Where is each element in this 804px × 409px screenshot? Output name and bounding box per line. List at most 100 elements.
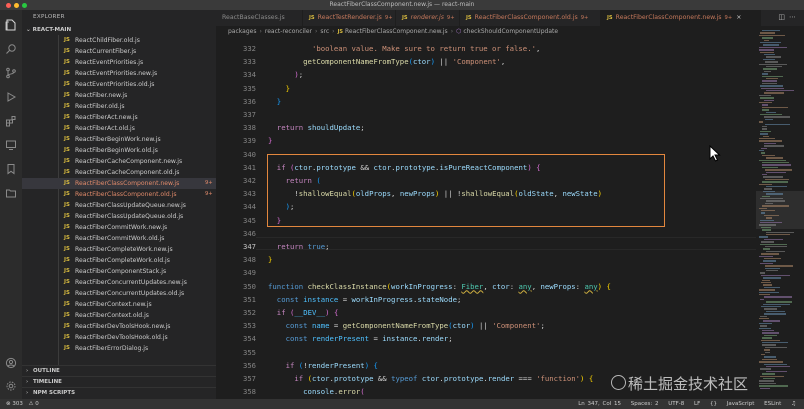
end-of-line[interactable]: LF [694,401,700,407]
extensions-icon[interactable] [5,112,17,127]
file-tree-item[interactable]: JS ReactCurrentFiber.js [22,46,216,57]
eslint-status[interactable]: ESLint [764,401,781,407]
minimap-line [762,154,775,157]
line-number: 332 [243,44,256,53]
timeline-section[interactable]: TIMELINE [22,376,216,388]
minimap-line [761,306,781,308]
run-debug-icon[interactable] [5,88,17,102]
bookmarks-icon[interactable] [5,160,17,175]
minimap-line [760,387,770,389]
file-tree-item[interactable]: JS ReactFiberBeginWork.old.js [22,145,216,156]
js-file-icon: JS [64,59,70,65]
line-number: 345 [243,215,256,225]
breadcrumb-item[interactable]: src [320,28,329,35]
more-actions-icon[interactable]: ⋯ [789,13,800,21]
file-tree-item[interactable]: JS ReactFiberComponentStack.js [22,266,216,277]
close-tab-icon[interactable]: × [736,14,741,21]
minimap-line [763,303,790,305]
file-tree-item[interactable]: JS ReactFiberCompleteWork.old.js [22,255,216,266]
tab-renderer[interactable]: JS renderer.js 9+ [396,10,460,26]
problems-indicator[interactable]: ⊗ 303 ⚠ 0 [6,399,39,409]
file-tree-item[interactable]: JS ReactFiberCompleteWork.new.js [22,244,216,255]
file-tree-item[interactable]: JS ReactFiberClassUpdateQueue.new.js [22,200,216,211]
file-tree-item[interactable]: JS ReactFiberConcurrentUpdates.old.js [22,288,216,299]
file-tree-item[interactable]: JS ReactFiberDevToolsHook.old.js [22,332,216,343]
file-tree-item[interactable]: JS ReactChildFiber.old.js [22,35,216,46]
file-tree-item[interactable]: JS ReactFiberCacheComponent.new.js [22,156,216,167]
minimap-line [763,176,783,178]
notifications-bell-icon[interactable]: ♫ [791,401,796,407]
file-tree-item[interactable]: JS ReactEventPriorities.new.js [22,68,216,79]
file-tree-item[interactable]: JS ReactFiber.old.js [22,101,216,112]
file-tree-item[interactable]: JS ReactFiberClassUpdateQueue.old.js [22,211,216,222]
js-file-icon: JS [64,268,70,274]
file-tree-item[interactable]: JS ReactFiberClassComponent.old.js 9+ [22,189,216,200]
code-line: if (!renderPresent) { [285,360,378,370]
minimap-line [766,111,776,113]
function-icon: ⬡ [456,28,462,35]
minimap-line [764,116,790,118]
file-tree-item[interactable]: JS ReactFiberConcurrentUpdates.new.js [22,277,216,288]
file-tree-item[interactable]: JS ReactEventPriorities.js [22,57,216,68]
file-tree-item[interactable]: JS ReactFiberCommitWork.new.js [22,222,216,233]
outline-section[interactable]: OUTLINE [22,365,216,377]
tab-class-component-old[interactable]: JS ReactFiberClassComponent.old.js 9+ [460,10,601,26]
minimap-line [766,301,792,303]
file-tree-item[interactable]: JS ReactFiberContext.new.js [22,299,216,310]
js-file-icon: JS [64,169,70,175]
tab-react-test-renderer[interactable]: JS ReactTestRenderer.js 9+ [303,10,396,26]
line-number: 342 [243,176,256,185]
minimap-line [766,310,785,313]
minimap-line [761,339,780,341]
file-tree-item[interactable]: JS ReactFiberCacheComponent.old.js [22,167,216,178]
code-editor[interactable]: 332 333 334 335 336 337 338 339 340 341 342 343 344 3… [216,38,756,399]
breadcrumb-item[interactable]: ReactFiberClassComponent.new.js [345,28,448,35]
breadcrumb-item[interactable]: react-reconciler [265,28,312,35]
file-tree-item[interactable]: JS ReactEventPriorities.old.js [22,79,216,90]
minimap-line [762,330,774,332]
search-icon[interactable] [5,40,17,54]
status-bar: ⊗ 303 ⚠ 0 Ln 347, Col 15 Spaces: 2 UTF-8… [0,399,804,409]
file-tree-item[interactable]: JS ReactFiberContext.old.js [22,310,216,321]
tab-class-component-new[interactable]: JS ReactFiberClassComponent.new.js 9+ × [601,10,761,26]
workspace-folder-header[interactable]: ⌄ REACT-MAIN [22,25,216,35]
tab-react-base-classes[interactable]: ReactBaseClasses.js [216,10,303,26]
braces-icon[interactable]: {} [710,401,717,407]
file-tree-item[interactable]: JS ReactFiberAct.old.js [22,123,216,134]
error-count: 303 [12,401,23,407]
minimap-line [762,109,769,111]
project-manager-icon[interactable] [5,184,17,198]
cursor-position[interactable]: Ln 347, Col 15 [578,401,621,407]
file-tree-item[interactable]: JS ReactFiberClassComponent.new.js 9+ [22,178,216,189]
account-icon[interactable] [5,354,17,369]
source-control-icon[interactable] [5,64,17,79]
npm-scripts-section[interactable]: NPM SCRIPTS [22,387,216,399]
file-tree-item[interactable]: JS ReactFiberAct.new.js [22,112,216,123]
minimap-line [762,337,772,339]
explorer-icon[interactable] [5,16,17,31]
file-name: ReactFiberClassUpdateQueue.old.js [75,213,184,220]
breadcrumb-item[interactable]: checkShouldComponentUpdate [463,28,558,35]
minimap[interactable] [756,26,804,399]
code-line: const instance = workInProgress.stateNod… [276,294,462,304]
indentation[interactable]: Spaces: 2 [631,401,659,407]
file-tree-item[interactable]: JS ReactFiberDevToolsHook.new.js [22,321,216,332]
settings-gear-icon[interactable] [5,377,17,391]
breadcrumb-item[interactable]: packages [228,28,256,35]
encoding[interactable]: UTF-8 [668,401,684,407]
file-name: ReactFiberComponentStack.js [75,268,167,275]
remote-explorer-icon[interactable] [5,136,17,150]
language-mode[interactable]: JavaScript [727,401,755,407]
minimap-line [762,342,788,344]
file-tree-item[interactable]: JS ReactFiberErrorDialog.js [22,343,216,354]
split-editor-icon[interactable]: ◫ [778,13,789,21]
file-tree-item[interactable]: JS ReactFiber.new.js [22,90,216,101]
explorer-sidebar: EXPLORER ⌄ REACT-MAIN JS ReactChildFiber.… [22,10,216,399]
file-name: ReactChildFiber.old.js [75,37,140,44]
minimap-line [760,51,774,53]
file-tree-item[interactable]: JS ReactFiberBeginWork.new.js [22,134,216,145]
minimap-line [765,346,787,349]
file-name: ReactFiberAct.new.js [75,114,138,121]
code-line: return shouldUpdate; [276,123,365,133]
file-tree-item[interactable]: JS ReactFiberCommitWork.old.js [22,233,216,244]
